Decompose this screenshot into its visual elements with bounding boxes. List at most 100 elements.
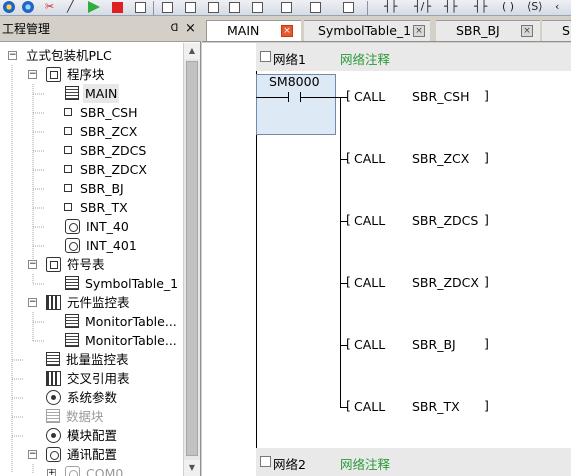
tree-item-monitortable-2[interactable]: MonitorTable... (0, 331, 179, 350)
network-header: 网络1 网络注释 (256, 43, 571, 71)
expand-icon[interactable]: + (47, 469, 56, 476)
comm-config-icon (46, 447, 61, 462)
collapse-icon[interactable]: − (28, 298, 37, 307)
tree-label: 通讯配置 (67, 447, 118, 462)
tree-root[interactable]: − 立式包装机PLC (0, 46, 114, 65)
network-comment[interactable]: 网络注释 (340, 49, 390, 68)
tab-label: SBR_BJ (456, 23, 500, 38)
tab-main[interactable]: MAIN × (206, 20, 301, 41)
close-tab-icon[interactable]: × (281, 25, 293, 37)
tree-item-comm-config[interactable]: − 通讯配置 (0, 445, 119, 464)
tree-item-program-blocks[interactable]: − 程序块 (0, 65, 107, 84)
network-checkbox[interactable] (260, 456, 271, 467)
compile-icon[interactable] (22, 1, 34, 13)
network-comment[interactable]: 网络注释 (340, 454, 390, 473)
monitor2-icon[interactable] (281, 2, 292, 13)
cut-icon[interactable]: ✂ (45, 0, 54, 14)
table-icon[interactable] (185, 2, 196, 13)
scroll-down-icon[interactable]: ▼ (184, 460, 200, 476)
collapse-icon[interactable]: − (28, 260, 37, 269)
tree-scrollbar[interactable]: ▲ ▼ (183, 43, 200, 476)
tree-label: 模块配置 (67, 428, 118, 443)
tree-item-sbr-zdcx[interactable]: SBR_ZDCX (0, 160, 149, 179)
call-bracket-close: ] (484, 150, 489, 165)
scroll-up-icon[interactable]: ▲ (184, 43, 200, 59)
eraser-icon[interactable] (135, 2, 146, 13)
record-icon[interactable] (343, 2, 354, 13)
tree-item-system-params[interactable]: 系统参数 (0, 388, 119, 407)
tree-item-int-40[interactable]: INT_40 (0, 217, 131, 236)
contact-n-icon[interactable]: ┤├ (474, 0, 487, 14)
contact-p-icon[interactable]: ┤├ (444, 0, 457, 14)
tree-item-monitortable-1[interactable]: MonitorTable... (0, 312, 179, 331)
table2-icon[interactable] (252, 2, 263, 13)
contact-no-icon[interactable]: ┤├ (384, 0, 397, 14)
tree-item-monitor-tables[interactable]: − 元件监控表 (0, 293, 132, 312)
tree-item-main[interactable]: MAIN (0, 84, 120, 103)
collapse-icon[interactable]: − (28, 450, 37, 459)
panel-header: 工程管理 ᗡ × (0, 16, 201, 42)
tree-label: SBR_ZDCX (80, 162, 147, 177)
refresh2-icon[interactable] (310, 2, 321, 13)
close-icon[interactable]: × (185, 22, 196, 35)
run-icon[interactable] (88, 1, 100, 13)
call-instruction: CALL (354, 275, 386, 290)
tree-label: INT_401 (86, 238, 137, 253)
tree-item-sbr-zdcs[interactable]: SBR_ZDCS (0, 141, 148, 160)
scroll-thumb[interactable] (186, 61, 198, 456)
online-icon[interactable] (3, 1, 15, 13)
tree-item-int-401[interactable]: INT_401 (0, 236, 139, 255)
interrupt-icon (65, 219, 80, 234)
tree-label: MAIN (83, 84, 120, 103)
tree-item-symboltable-1[interactable]: SymbolTable_1 (0, 274, 180, 293)
system-params-icon (46, 390, 61, 405)
close-tab-icon[interactable]: × (413, 25, 425, 37)
tab-sbr-bj[interactable]: SBR_BJ × (436, 20, 540, 41)
coil-icon[interactable]: ( ) (502, 0, 514, 14)
subroutine-icon (64, 184, 72, 192)
tree-label: INT_40 (86, 219, 129, 234)
tab-label: SBF (562, 23, 571, 38)
coil-reset-icon[interactable]: ‹ (555, 0, 559, 14)
branch-line (340, 97, 341, 407)
tree-item-batch-monitor[interactable]: 批量监控表 (0, 350, 131, 369)
refresh-icon[interactable] (229, 2, 240, 13)
call-instruction: CALL (354, 151, 386, 166)
collapse-icon[interactable]: − (8, 51, 17, 60)
contact-nc-icon[interactable]: ┤/├ (414, 0, 431, 14)
stop-icon[interactable] (112, 2, 123, 13)
subroutine-icon (64, 146, 72, 154)
tab-label: SymbolTable_1 (318, 23, 412, 38)
save-icon[interactable] (208, 2, 219, 13)
coil-set-icon[interactable]: ⟨S⟩ (527, 0, 543, 14)
tree-item-cross-reference[interactable]: 交叉引用表 (0, 369, 132, 388)
tree-item-module-config[interactable]: 模块配置 (0, 426, 119, 445)
document-icon (65, 276, 79, 290)
tab-sbf[interactable]: SBF (542, 20, 571, 41)
call-instruction: CALL (354, 337, 386, 352)
close-tab-icon[interactable]: × (521, 25, 533, 37)
pen-icon[interactable]: ╱ (67, 0, 74, 14)
tree-item-symbol-table[interactable]: − 符号表 (0, 255, 107, 274)
ladder-editor[interactable]: 网络1 网络注释 SM8000 [ CALL SBR_CSH ] [ CALL … (202, 43, 571, 476)
tab-symboltable-1[interactable]: SymbolTable_1 × (304, 20, 430, 41)
network-checkbox[interactable] (260, 51, 271, 62)
collapse-icon[interactable]: − (28, 70, 37, 79)
tree-item-data-block[interactable]: 数据块 (0, 407, 106, 426)
toolbar-separator (153, 1, 154, 15)
call-target: SBR_CSH (412, 89, 470, 104)
call-target: SBR_BJ (412, 337, 456, 352)
document-icon (65, 333, 79, 347)
tree-item-sbr-tx[interactable]: SBR_TX (0, 198, 130, 217)
pin-icon[interactable]: ᗡ (169, 23, 180, 34)
monitor-icon[interactable] (162, 2, 173, 13)
tree-item-com0[interactable]: + COM0 (0, 464, 125, 476)
call-bracket-open: [ (346, 398, 351, 413)
program-block-icon (46, 67, 61, 82)
tree-item-sbr-zcx[interactable]: SBR_ZCX (0, 122, 139, 141)
tree-item-sbr-bj[interactable]: SBR_BJ (0, 179, 126, 198)
tree-root-label: 立式包装机PLC (26, 48, 112, 63)
tree-item-sbr-csh[interactable]: SBR_CSH (0, 103, 140, 122)
call-bracket-close: ] (484, 398, 489, 413)
call-bracket-close: ] (484, 212, 489, 227)
